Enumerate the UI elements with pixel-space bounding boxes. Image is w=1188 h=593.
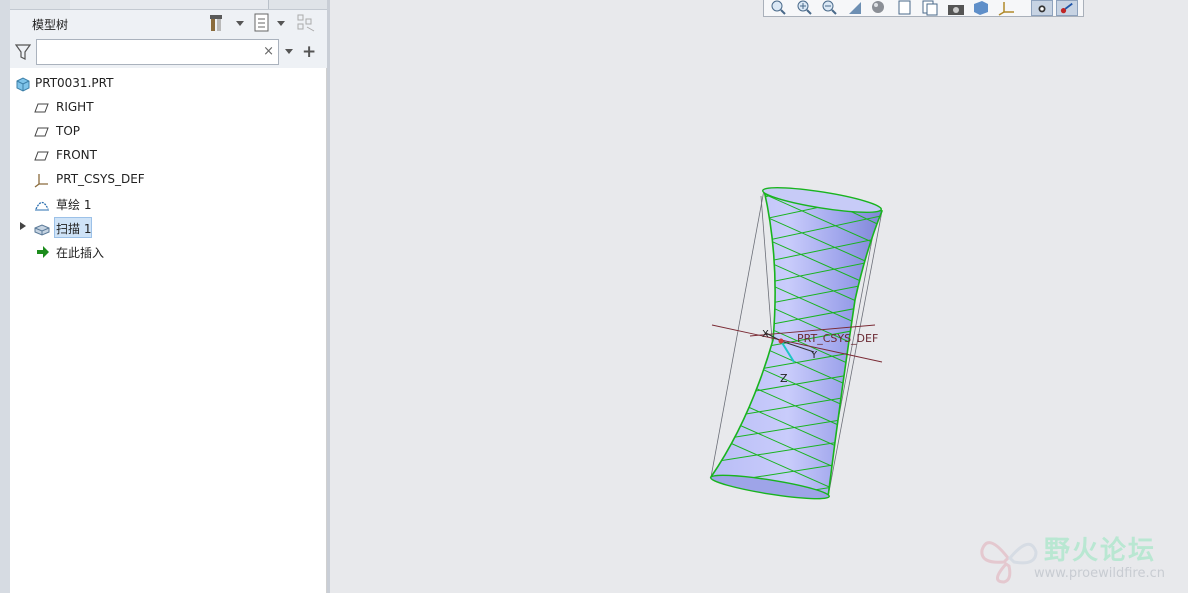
tree-item-csys[interactable]: PRT_CSYS_DEF bbox=[10, 169, 325, 191]
watermark-title: 野火论坛 bbox=[1044, 536, 1157, 566]
csys-icon bbox=[34, 174, 48, 188]
add-filter-plus-icon[interactable]: + bbox=[302, 42, 316, 62]
settings-tools-icon[interactable] bbox=[209, 13, 227, 33]
sweep-icon bbox=[34, 224, 50, 236]
tree-item-label: 草绘 1 bbox=[56, 198, 92, 212]
insert-here-arrow-icon bbox=[37, 246, 49, 258]
axis-x-label: X bbox=[762, 329, 769, 340]
tree-item-top-plane[interactable]: TOP bbox=[10, 121, 325, 143]
tree-item-label: TOP bbox=[56, 124, 81, 138]
clear-search-icon[interactable]: × bbox=[263, 44, 274, 59]
navigator-panel: 模型树 × + PRT0031.PRT RIGHT TOP FRONT PRT_… bbox=[10, 0, 338, 593]
part-icon bbox=[16, 77, 30, 92]
datum-plane-icon bbox=[34, 127, 49, 137]
tree-item-label: 扫描 1 bbox=[56, 222, 92, 236]
search-input[interactable] bbox=[41, 41, 265, 65]
panel-title: 模型树 bbox=[32, 18, 69, 32]
tree-item-right-plane[interactable]: RIGHT bbox=[10, 97, 325, 119]
settings-dropdown-caret-icon[interactable] bbox=[236, 21, 244, 26]
forum-watermark: 野火论坛 www.proewildfire.cn bbox=[978, 526, 1182, 586]
tree-item-sweep[interactable]: 扫描 1 bbox=[10, 217, 325, 239]
graphics-area[interactable]: X Y Z PRT_CSYS_DEF 野火论坛 www.proewildfire… bbox=[330, 0, 1188, 593]
tree-item-front-plane[interactable]: FRONT bbox=[10, 145, 325, 167]
tab-model-tree[interactable] bbox=[10, 0, 71, 9]
search-options-caret-icon[interactable] bbox=[285, 49, 293, 54]
tab-folder-browser[interactable] bbox=[70, 0, 193, 9]
tree-item-label: 在此插入 bbox=[56, 246, 105, 260]
butterfly-logo-icon bbox=[980, 541, 1038, 584]
tab-favorites[interactable] bbox=[192, 0, 269, 9]
model-viewport[interactable]: X Y Z PRT_CSYS_DEF bbox=[330, 0, 1188, 593]
datum-plane-icon bbox=[34, 151, 49, 161]
tree-item-sketch[interactable]: 草绘 1 bbox=[10, 193, 325, 215]
sketch-icon bbox=[35, 201, 49, 211]
expand-arrow-icon[interactable] bbox=[20, 222, 26, 230]
navigator-tabs bbox=[10, 0, 327, 10]
csys-label: PRT_CSYS_DEF bbox=[797, 332, 878, 345]
axis-y-label: Y bbox=[810, 350, 818, 361]
tree-item-label: RIGHT bbox=[56, 100, 94, 114]
watermark-url: www.proewildfire.cn bbox=[1034, 566, 1165, 581]
tree-item-insert-here[interactable]: 在此插入 bbox=[10, 241, 325, 263]
tree-filter-grid-icon[interactable] bbox=[297, 13, 315, 33]
show-list-icon[interactable] bbox=[253, 13, 271, 33]
tree-item-label: PRT0031.PRT bbox=[35, 76, 114, 90]
tree-item-label: FRONT bbox=[56, 148, 97, 162]
show-dropdown-caret-icon[interactable] bbox=[277, 21, 285, 26]
datum-plane-icon bbox=[34, 103, 49, 113]
tree-item-label: PRT_CSYS_DEF bbox=[56, 172, 145, 186]
axis-z-label: Z bbox=[780, 372, 788, 385]
filter-funnel-icon[interactable] bbox=[15, 43, 31, 61]
search-box: × bbox=[36, 39, 279, 65]
tree-item-part[interactable]: PRT0031.PRT bbox=[10, 73, 325, 95]
